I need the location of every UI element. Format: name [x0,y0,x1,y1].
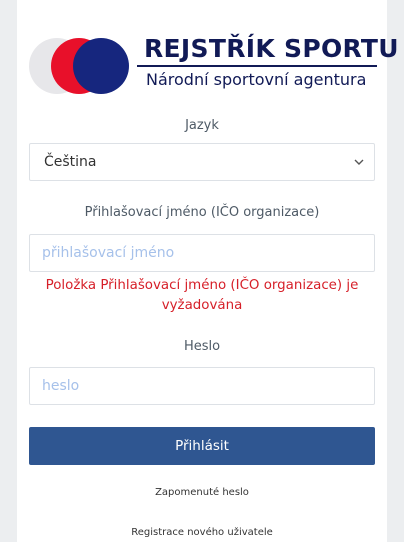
login-card: REJSTŘÍK SPORTU Národní sportovní agentu… [17,0,399,542]
username-error-message: Položka Přihlašovací jméno (IČO organiza… [45,278,359,313]
language-select-value: Čeština [44,154,97,170]
logo-circles-icon [29,38,137,94]
forgot-password-link[interactable]: Zapomenuté heslo [29,487,375,498]
logo-title: REJSTŘÍK SPORTU [144,34,399,63]
login-button[interactable]: Přihlásit [29,427,375,465]
language-label: Jazyk [185,118,219,133]
username-label: Přihlašovací jméno (IČO organizace) [84,205,320,220]
logo-navy-circle [73,38,129,94]
username-input[interactable] [29,234,375,272]
rejstrik-sportu-logo: REJSTŘÍK SPORTU Národní sportovní agentu… [29,34,399,98]
password-label: Heslo [183,339,221,354]
language-select[interactable]: Čeština [29,143,375,181]
chevron-down-icon [354,159,364,165]
password-input[interactable] [29,367,375,405]
logo-subtitle: Národní sportovní agentura [146,70,367,89]
register-new-user-link[interactable]: Registrace nového uživatele [29,527,375,538]
logo-divider [137,65,377,67]
